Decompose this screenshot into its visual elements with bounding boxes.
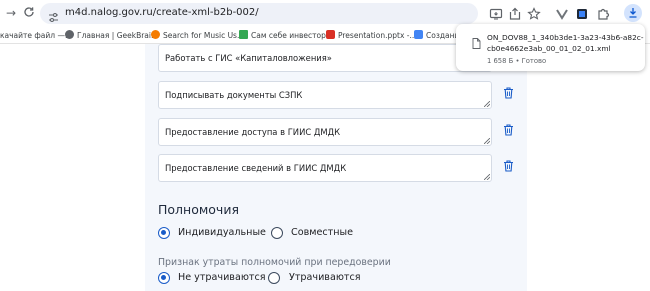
bookmark-item[interactable]: качайте файл —... [0,29,72,42]
authority-field[interactable]: Предоставление сведений в ГИИС ДМДК [158,154,492,182]
resize-handle-icon[interactable] [484,101,490,107]
geekbrains-icon [65,30,74,39]
trash-icon[interactable] [503,157,514,172]
powers-title: Полномочия [158,202,239,217]
download-status: 1 658 Б • Готово [487,57,547,65]
bookmark-label: Presentation.pptx -... [338,31,417,40]
bookmark-item[interactable]: Presentation.pptx -... [326,29,417,42]
download-popup: ON_DOV88_1_340b3de1-3a23-43b6-a82c- cb0e… [456,24,645,71]
doc-icon [414,30,423,39]
extension-dark-icon[interactable] [575,6,589,20]
downloads-button[interactable] [624,4,642,22]
radio-lost-label[interactable]: Утрачиваются [289,272,361,283]
address-bar[interactable]: m4d.nalog.gov.ru/create-xml-b2b-002/ [40,3,478,24]
authority-field[interactable]: Работать с ГИС «Капиталовложения» [158,44,492,72]
authority-field[interactable]: Предоставление доступа в ГИИС ДМДК [158,118,492,146]
extension-v-icon[interactable] [555,6,569,20]
bookmark-item[interactable]: Главная | GeekBrai... [65,29,158,42]
file-icon [472,34,481,49]
url-text[interactable]: m4d.nalog.gov.ru/create-xml-b2b-002/ [65,7,259,18]
drive-icon [239,30,248,39]
forward-icon[interactable]: → [4,6,18,20]
loss-title: Признак утраты полномочий при передовери… [158,257,391,268]
radio-not-lost-label[interactable]: Не утрачиваются [178,272,266,283]
powerpoint-icon [326,30,335,39]
download-file-name[interactable]: ON_DOV88_1_340b3de1-3a23-43b6-a82c- [487,33,644,42]
resize-handle-icon[interactable] [484,138,490,144]
browser-toolbar: → m4d.nalog.gov.ru/create-xml-b2b-002/ [0,0,650,27]
radio-not-lost[interactable] [158,272,170,284]
bookmark-label: Search for Music Us... [163,31,245,40]
radio-individual[interactable] [158,227,170,239]
bookmark-item[interactable]: Search for Music Us... [151,29,244,42]
bookmark-label: Сам себе инвестор... [251,31,334,40]
bookmark-label: качайте файл —... [0,31,73,40]
reload-icon[interactable] [22,6,36,20]
bookmark-star-icon[interactable] [527,6,541,20]
install-app-icon[interactable] [489,6,503,20]
trash-icon[interactable] [503,84,514,99]
radio-joint-label[interactable]: Совместные [291,227,353,238]
site-info-icon[interactable] [48,8,59,22]
trash-icon[interactable] [503,121,514,136]
music-icon [151,30,160,39]
field-value: Предоставление сведений в ГИИС ДМДК [165,163,347,173]
download-icon [629,8,637,18]
download-file-name[interactable]: cb0e4662e3ab_00_01_02_01.xml [487,44,611,53]
share-icon[interactable] [508,6,522,20]
bookmark-label: Главная | GeekBrai... [77,31,159,40]
extensions-puzzle-icon[interactable] [596,6,610,20]
resize-handle-icon[interactable] [484,174,490,180]
radio-lost[interactable] [268,272,280,284]
field-value: Подписывать документы СЗПК [165,90,303,100]
radio-joint[interactable] [271,227,283,239]
field-value: Работать с ГИС «Капиталовложения» [165,53,332,63]
field-value: Предоставление доступа в ГИИС ДМДК [165,127,341,137]
bookmark-item[interactable]: Сам себе инвестор... [239,29,333,42]
authority-field[interactable]: Подписывать документы СЗПК [158,81,492,109]
radio-individual-label[interactable]: Индивидуальные [178,227,266,238]
